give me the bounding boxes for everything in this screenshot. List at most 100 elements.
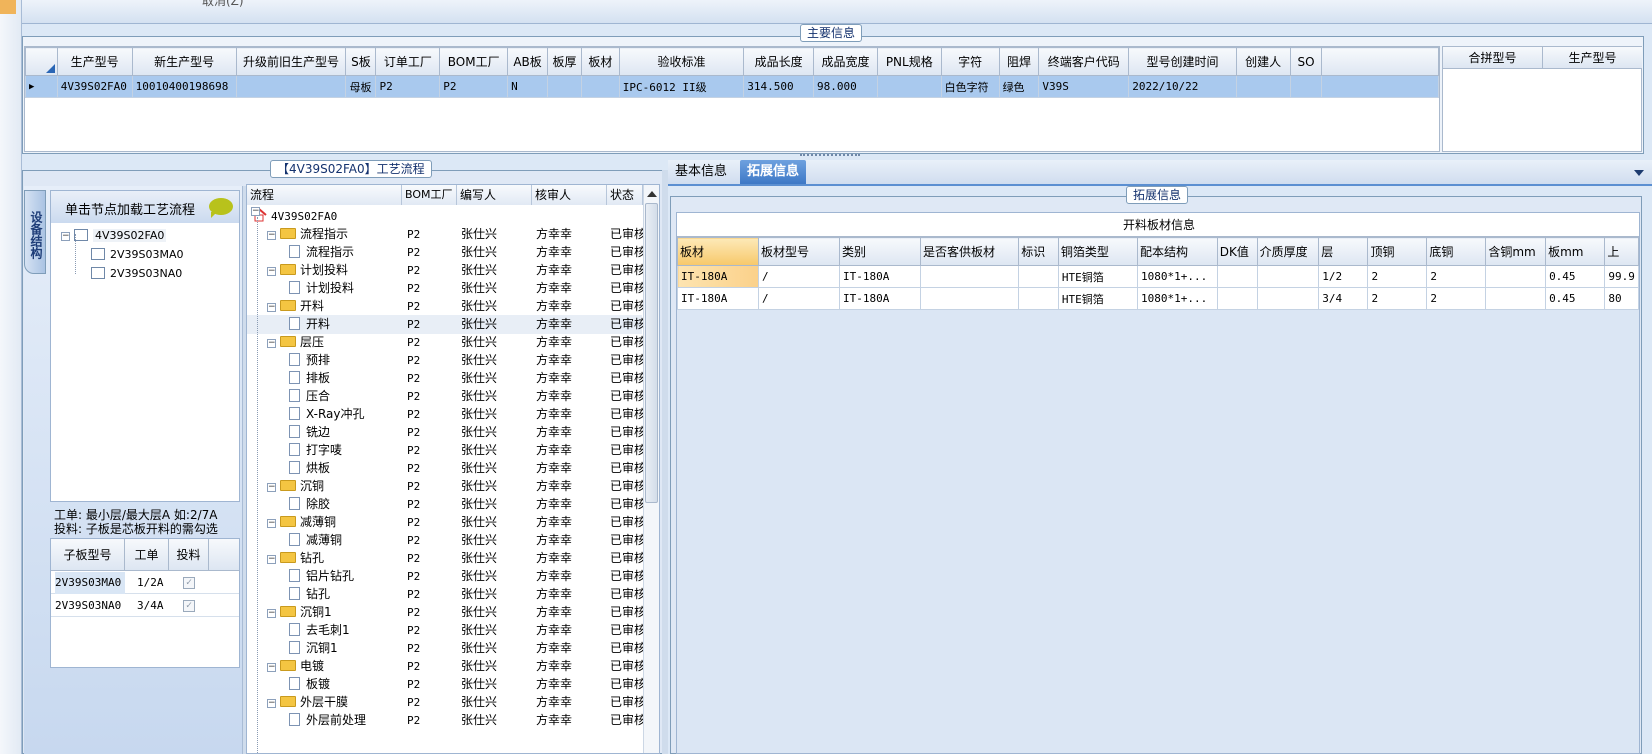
main-cell[interactable]: IPC-6012 II级 (618, 75, 745, 98)
main-cell[interactable]: 98.000 (813, 75, 878, 98)
flow-row[interactable]: − 电镀 P2 张仕兴 方幸幸 已审核 (247, 657, 643, 676)
main-col-header[interactable]: AB板 (507, 47, 548, 76)
flow-row[interactable]: − 层压 P2 张仕兴 方幸幸 已审核 (247, 333, 643, 352)
flow-row[interactable]: − 减薄铜 P2 张仕兴 方幸幸 已审核 (247, 513, 643, 532)
ext-cell[interactable]: IT-180A (839, 265, 922, 288)
flow-row[interactable]: − 外层干膜 P2 张仕兴 方幸幸 已审核 (247, 693, 643, 712)
ext-cell[interactable]: 2 (1367, 287, 1428, 310)
ext-col-header[interactable]: 上 (1604, 237, 1639, 266)
flow-row[interactable]: − 沉铜 P2 张仕兴 方幸幸 已审核 (247, 477, 643, 496)
flow-row[interactable]: 打字唛 P2 张仕兴 方幸幸 已审核 (247, 441, 643, 460)
flow-row[interactable]: 去毛刺1 P2 张仕兴 方幸幸 已审核 (247, 621, 643, 640)
ext-cell[interactable] (920, 265, 1020, 288)
ext-cell[interactable] (1256, 265, 1320, 288)
ext-cell[interactable]: 0.45 (1545, 265, 1606, 288)
flow-row[interactable]: 流程指示 P2 张仕兴 方幸幸 已审核 (247, 243, 643, 262)
scroll-thumb[interactable] (645, 203, 658, 503)
writer-col-header[interactable]: 编写人 (457, 185, 532, 205)
main-cell[interactable]: 314.500 (743, 75, 815, 98)
flow-scrollbar[interactable] (643, 185, 659, 753)
main-col-header[interactable]: 生产型号 (56, 47, 133, 76)
tab-basic-info[interactable]: 基本信息 (668, 160, 734, 184)
ext-cell[interactable] (1018, 265, 1059, 288)
main-cell[interactable]: 4V39S02FA0 (56, 75, 133, 98)
main-cell[interactable]: 母板 (345, 75, 377, 98)
ext-cell[interactable]: 2 (1426, 287, 1487, 310)
ext-col-header[interactable]: 板材型号 (758, 237, 841, 266)
flow-row[interactable]: 板镀 P2 张仕兴 方幸幸 已审核 (247, 675, 643, 694)
flow-row[interactable]: X-Ray冲孔 P2 张仕兴 方幸幸 已审核 (247, 405, 643, 424)
ext-col-header[interactable]: 层 (1318, 237, 1369, 266)
ext-cell[interactable]: 3/4 (1318, 287, 1369, 310)
collapse-icon[interactable]: − (267, 663, 276, 672)
main-cell[interactable] (235, 75, 347, 98)
ext-cell[interactable] (1018, 287, 1059, 310)
reviewer-col-header[interactable]: 核审人 (532, 185, 607, 205)
sub-row[interactable]: 2V39S03NA0 3/4A ✓ (51, 595, 239, 617)
flow-row[interactable]: 减薄铜 P2 张仕兴 方幸幸 已审核 (247, 531, 643, 550)
collapse-icon[interactable]: − (267, 231, 276, 240)
scroll-up-icon[interactable] (647, 191, 657, 197)
ext-col-header[interactable]: 标识 (1018, 237, 1059, 266)
ext-cell[interactable] (1216, 265, 1258, 288)
flow-row[interactable]: − 开料 P2 张仕兴 方幸幸 已审核 (247, 297, 643, 316)
sub-model-header[interactable]: 子板型号 (51, 539, 125, 571)
ext-row[interactable]: IT-180A / IT-180A HTE铜箔 1080*1+... 1/2 2 2 0.45 9… (677, 265, 1639, 288)
ext-cell[interactable] (1216, 287, 1258, 310)
flow-row[interactable]: 烘板 P2 张仕兴 方幸幸 已审核 (247, 459, 643, 478)
flow-row[interactable]: 排板 P2 张仕兴 方幸幸 已审核 (247, 369, 643, 388)
ext-cell[interactable] (1256, 287, 1320, 310)
feed-checkbox[interactable]: ✓ (183, 600, 195, 612)
ext-cell[interactable]: 2 (1367, 265, 1428, 288)
main-col-header[interactable]: BOM工厂 (439, 47, 509, 76)
splitter-handle[interactable] (800, 154, 860, 158)
ext-col-header[interactable]: 底铜 (1426, 237, 1487, 266)
ext-col-header[interactable]: 含铜mm (1485, 237, 1547, 266)
collapse-icon[interactable]: − (267, 519, 276, 528)
tab-extended-info[interactable]: 拓展信息 (740, 160, 807, 184)
ext-col-header[interactable]: 介质厚度 (1256, 237, 1320, 266)
main-cell[interactable] (1235, 75, 1291, 98)
main-cell[interactable]: V39S (1038, 75, 1130, 98)
device-structure-tab[interactable]: 设备结构 (24, 190, 46, 274)
production-model-header[interactable]: 生产型号 (1543, 47, 1642, 69)
ext-cell[interactable]: IT-180A (839, 287, 922, 310)
ext-col-header[interactable]: 类别 (839, 237, 922, 266)
main-col-header[interactable]: SO (1289, 47, 1323, 76)
flow-row[interactable]: 铣边 P2 张仕兴 方幸幸 已审核 (247, 423, 643, 442)
ext-col-header[interactable]: 板mm (1545, 237, 1606, 266)
tree-node-child[interactable]: 2V39S03MA0 (91, 246, 184, 264)
tabs-menu-chevron-icon[interactable] (1634, 170, 1644, 176)
status-col-header[interactable]: 状态 (607, 185, 643, 205)
ext-col-header[interactable]: 配本结构 (1137, 237, 1218, 266)
main-cell[interactable]: N (507, 75, 548, 98)
collapse-icon[interactable]: − (267, 609, 276, 618)
main-cell[interactable] (1289, 75, 1323, 98)
bom-col-header[interactable]: BOM工厂 (402, 185, 457, 205)
ext-cell[interactable]: 80 (1604, 287, 1639, 310)
sub-row[interactable]: 2V39S03MA0 1/2A ✓ (51, 572, 239, 594)
collapse-icon[interactable]: − (267, 303, 276, 312)
sub-order-header[interactable]: 工单 (125, 539, 169, 571)
main-cell[interactable] (580, 75, 620, 98)
main-col-header[interactable]: 成品长度 (743, 47, 815, 76)
ext-col-header[interactable]: DK值 (1216, 237, 1258, 266)
main-col-header[interactable]: 型号创建时间 (1128, 47, 1237, 76)
ext-cell[interactable]: HTE铜箔 (1057, 265, 1139, 288)
ext-cell[interactable]: 1/2 (1318, 265, 1369, 288)
collapse-icon[interactable]: − (267, 483, 276, 492)
ext-col-header[interactable]: 是否客供板材 (920, 237, 1020, 266)
flow-row[interactable]: 预排 P2 张仕兴 方幸幸 已审核 (247, 351, 643, 370)
ext-cell[interactable]: 99.9 (1604, 265, 1639, 288)
main-cell[interactable]: 2022/10/22 (1128, 75, 1237, 98)
ext-row[interactable]: IT-180A / IT-180A HTE铜箔 1080*1+... 3/4 2 2 0.45 8… (677, 287, 1639, 310)
main-cell[interactable]: 白色字符 (940, 75, 1000, 98)
main-col-header[interactable]: 订单工厂 (375, 47, 441, 76)
flow-row[interactable]: 计划投料 P2 张仕兴 方幸幸 已审核 (247, 279, 643, 298)
main-info-row[interactable]: ▶ 4V39S02FA0 10010400198698 母板 P2 P2 N IPC-6012… (25, 75, 1439, 98)
flow-row[interactable]: − 钻孔 P2 张仕兴 方幸幸 已审核 (247, 549, 643, 568)
main-cell[interactable] (547, 75, 582, 98)
main-col-header[interactable]: PNL规格 (876, 47, 942, 76)
main-col-header[interactable]: 升级前旧生产型号 (235, 47, 347, 76)
main-cell[interactable]: 绿色 (998, 75, 1040, 98)
